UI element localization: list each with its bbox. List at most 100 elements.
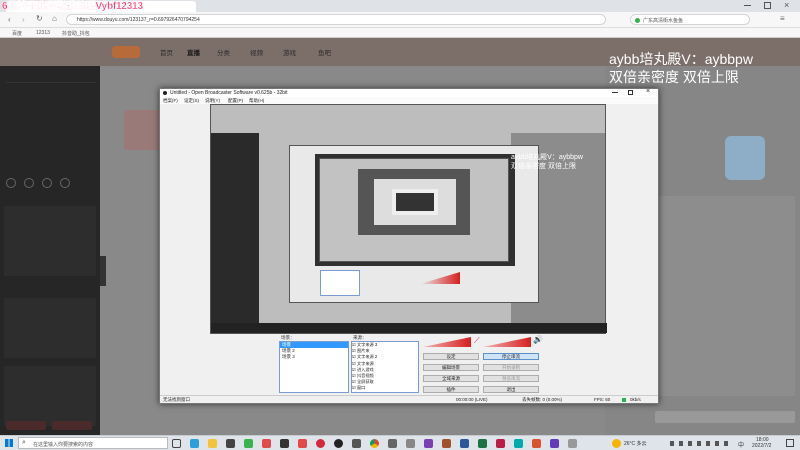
sources-list[interactable]: ☑ 文字来源 3 ☑ 图片来 ☑ 文字来源 2 ☑ 文字来源 ☑ 进入游戏 ☑ …	[351, 341, 419, 393]
side-scroll-handle[interactable]	[100, 256, 106, 286]
plugins-button[interactable]: 插件	[423, 386, 479, 393]
chrome-icon[interactable]	[370, 439, 379, 448]
taskbar-search[interactable]: ⌕ 在这里输入你要搜索的内容	[18, 437, 168, 449]
clock-date[interactable]: 2022/7/2	[752, 443, 771, 449]
obs-maximize-icon[interactable]	[628, 90, 633, 95]
mic-volume-meter[interactable]	[423, 337, 471, 347]
checkbox-icon[interactable]: ☑	[352, 342, 356, 347]
app-icon[interactable]	[316, 439, 325, 448]
nav-home[interactable]: 首页	[160, 47, 173, 57]
sidebar-item[interactable]	[6, 92, 96, 101]
refresh-icon[interactable]: ↻	[36, 14, 43, 23]
sidebar-section	[4, 206, 96, 276]
stop-stream-button[interactable]: 停止串流	[483, 353, 539, 360]
anchor-avatar[interactable]	[124, 110, 164, 150]
mic-icon[interactable]: ⟋	[474, 336, 480, 346]
nested-overlay-text: aybb培丸殿V：aybbpw 双倍亲密度 双倍上限	[511, 154, 583, 170]
menu-about[interactable]: 帮助(H)	[249, 97, 264, 104]
site-logo[interactable]	[112, 46, 140, 58]
app-icon[interactable]	[280, 439, 289, 448]
app-icon[interactable]	[244, 439, 253, 448]
app-icon[interactable]	[460, 439, 469, 448]
menu-file[interactable]: 档案(F)	[163, 97, 178, 104]
notification-icon[interactable]	[786, 439, 794, 447]
nav-live[interactable]: 直播	[187, 47, 200, 57]
sidebar-item[interactable]	[6, 74, 96, 83]
windows-start-icon[interactable]	[5, 439, 13, 447]
preview-stream-button[interactable]: 预览串流	[483, 375, 539, 382]
menu-profile[interactable]: 配置(P)	[228, 97, 243, 104]
settings-button[interactable]: 设定	[423, 353, 479, 360]
chat-area	[655, 196, 795, 396]
edge-icon[interactable]	[190, 439, 199, 448]
exit-button[interactable]: 退出	[483, 386, 539, 393]
weather-icon[interactable]	[612, 439, 621, 448]
app-icon[interactable]	[298, 439, 307, 448]
address-url: https://www.douyu.com/123137_r=0.6979264…	[77, 17, 200, 23]
sidebar-item[interactable]	[6, 146, 96, 155]
global-sources-button[interactable]: 全域来源	[423, 375, 479, 382]
app-icon[interactable]	[424, 439, 433, 448]
obs-title-bar: Untitled - Open Broadcaster Software v0.…	[160, 88, 658, 97]
checkbox-icon[interactable]: ☑	[352, 385, 356, 390]
input-lang[interactable]: 中	[738, 440, 744, 449]
bookmark-item[interactable]: 百度	[12, 30, 22, 37]
sidebar-badge[interactable]	[52, 421, 92, 430]
checkbox-icon[interactable]: ☑	[352, 373, 356, 378]
app-icon[interactable]	[514, 439, 523, 448]
source-item[interactable]: ☑ 窗口	[352, 385, 418, 391]
app-icon[interactable]	[568, 439, 577, 448]
back-icon[interactable]: ‹	[8, 15, 11, 24]
task-view-icon[interactable]	[172, 439, 181, 448]
sidebar-badge[interactable]	[6, 421, 46, 430]
scene-item[interactable]: 场景 3	[280, 354, 348, 360]
edit-scene-button[interactable]: 编辑场景	[423, 364, 479, 371]
app-icon[interactable]	[550, 439, 559, 448]
address-input[interactable]: https://www.douyu.com/123137_r=0.6979264…	[66, 14, 606, 25]
obs-minimize-icon[interactable]	[612, 92, 618, 93]
checkbox-icon[interactable]: ☑	[352, 379, 356, 384]
nav-fishbar[interactable]: 鱼吧	[318, 47, 331, 57]
minimize-icon[interactable]	[744, 5, 751, 6]
checkbox-icon[interactable]: ☑	[352, 354, 356, 359]
app-icon[interactable]	[262, 439, 271, 448]
obs-close-icon[interactable]: ×	[646, 88, 650, 96]
app-icon[interactable]	[496, 439, 505, 448]
app-icon[interactable]	[442, 439, 451, 448]
weather-text[interactable]: 26°C 多云	[624, 440, 647, 447]
speaker-icon[interactable]: 🔊	[533, 335, 543, 344]
forward-icon[interactable]: ›	[22, 15, 25, 24]
sidebar-item[interactable]	[6, 110, 96, 119]
app-icon[interactable]	[406, 439, 415, 448]
start-record-button[interactable]: 开始录制	[483, 364, 539, 371]
nav-game[interactable]: 游戏	[283, 47, 296, 57]
nav-category[interactable]: 分类	[217, 47, 230, 57]
desktop-volume-meter[interactable]	[483, 337, 531, 347]
nav-video[interactable]: 视频	[250, 47, 263, 57]
chat-input[interactable]	[655, 411, 795, 423]
obs-taskbar-icon[interactable]	[334, 439, 343, 448]
app-icon[interactable]	[532, 439, 541, 448]
app-icon[interactable]	[478, 439, 487, 448]
scenes-list[interactable]: 场景 场景 2 场景 3	[279, 341, 349, 393]
store-icon[interactable]	[226, 439, 235, 448]
status-live-time: 00:00:00 (LIVE)	[456, 397, 488, 402]
app-icon[interactable]	[388, 439, 397, 448]
app-icon[interactable]	[352, 439, 361, 448]
bookmark-item[interactable]: 抖音助_抖包	[62, 30, 90, 37]
close-icon[interactable]: ×	[784, 0, 789, 10]
obs-menu-bar: 档案(F) 设定(S) 说明(Y) 配置(P) 帮助(H)	[160, 97, 658, 104]
menu-help[interactable]: 说明(Y)	[205, 97, 220, 104]
checkbox-icon[interactable]: ☑	[352, 361, 356, 366]
menu-settings[interactable]: 设定(S)	[184, 97, 199, 104]
tray-icons[interactable]	[670, 441, 730, 446]
explorer-icon[interactable]	[208, 439, 217, 448]
menu-icon[interactable]: ≡	[780, 14, 785, 23]
sidebar-item[interactable]	[6, 128, 96, 137]
maximize-icon[interactable]	[764, 2, 771, 9]
checkbox-icon[interactable]: ☑	[352, 348, 356, 353]
bookmark-item[interactable]: 12313	[36, 30, 50, 36]
search-input[interactable]: 广东高清街水鱼鱼	[630, 14, 750, 25]
home-icon[interactable]: ⌂	[52, 14, 57, 23]
checkbox-icon[interactable]: ☑	[352, 367, 356, 372]
